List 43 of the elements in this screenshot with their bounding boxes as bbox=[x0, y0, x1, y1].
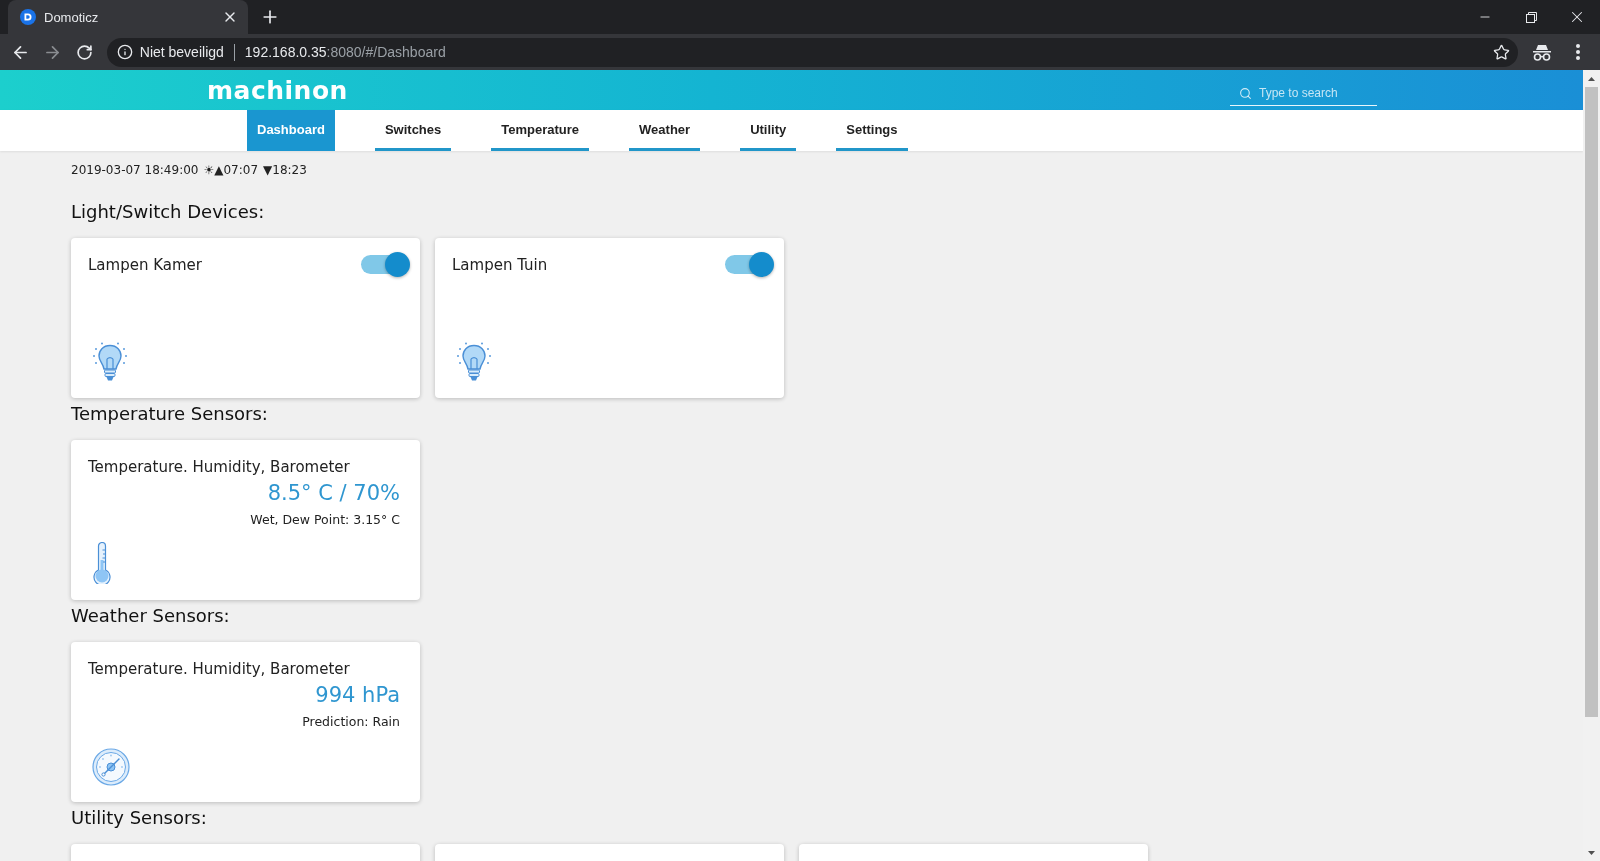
device-name: Temperature. Humidity, Barometer bbox=[88, 659, 351, 679]
nav-tab[interactable]: Settings bbox=[836, 110, 908, 151]
device-name: Lampen Kamer bbox=[88, 255, 202, 275]
nav-tab[interactable]: Utility bbox=[740, 110, 797, 151]
security-label: Niet beveiligd bbox=[139, 44, 224, 60]
address-bar[interactable]: Niet beveiligd 192.168.0.35:8080/#/Dashboard bbox=[106, 37, 1518, 67]
url-text: 192.168.0.35:8080/#/Dashboard bbox=[244, 44, 447, 60]
caret-down-icon[interactable] bbox=[1588, 850, 1595, 855]
sensor-value: 994 hPa bbox=[315, 682, 400, 709]
sensor-status: Wet, Dew Point: 3.15° C bbox=[250, 511, 400, 529]
scrollbar-thumb[interactable] bbox=[1585, 87, 1598, 717]
favicon-icon bbox=[20, 9, 36, 25]
search-icon bbox=[1239, 87, 1252, 100]
sensor-status: Prediction: Rain bbox=[302, 713, 400, 731]
device-name: Temperature. Humidity, Barometer bbox=[88, 457, 351, 477]
device-name: Lampen Tuin bbox=[452, 255, 548, 275]
thermometer-icon bbox=[92, 542, 112, 584]
section-title: Temperature Sensors: bbox=[71, 402, 268, 426]
bookmark-button[interactable] bbox=[1493, 43, 1510, 61]
reload-icon bbox=[76, 43, 94, 61]
light-bulb-icon bbox=[456, 342, 492, 382]
gauge-icon bbox=[92, 748, 130, 786]
info-icon bbox=[116, 44, 133, 60]
nav-tab[interactable]: Temperature bbox=[491, 110, 590, 151]
incognito-icon bbox=[1532, 43, 1552, 61]
toggle-switch[interactable] bbox=[725, 251, 775, 278]
sensor-value: 8.5° C / 70% bbox=[267, 480, 400, 507]
toggle-switch[interactable] bbox=[361, 251, 411, 278]
star-icon bbox=[1493, 43, 1510, 61]
nav-tab[interactable]: Weather bbox=[629, 110, 701, 151]
section-title: Weather Sensors: bbox=[71, 604, 230, 628]
light-bulb-icon bbox=[92, 342, 128, 382]
menu-icon bbox=[1576, 44, 1580, 60]
section-title: Light/Switch Devices: bbox=[71, 200, 265, 224]
restore-icon bbox=[1525, 11, 1537, 23]
sunrise-time: ☀▲07:07 bbox=[203, 162, 259, 179]
search-field[interactable]: Type to search bbox=[1230, 81, 1377, 106]
caret-up-icon[interactable] bbox=[1588, 76, 1595, 81]
date-time: 2019-03-07 18:49:00 bbox=[71, 162, 199, 179]
section-title: Utility Sensors: bbox=[71, 806, 207, 830]
sunset-time: ▼18:23 bbox=[263, 162, 307, 179]
nav-tab[interactable]: Switches bbox=[374, 110, 452, 151]
browser-tab[interactable]: Domoticz bbox=[8, 0, 248, 34]
